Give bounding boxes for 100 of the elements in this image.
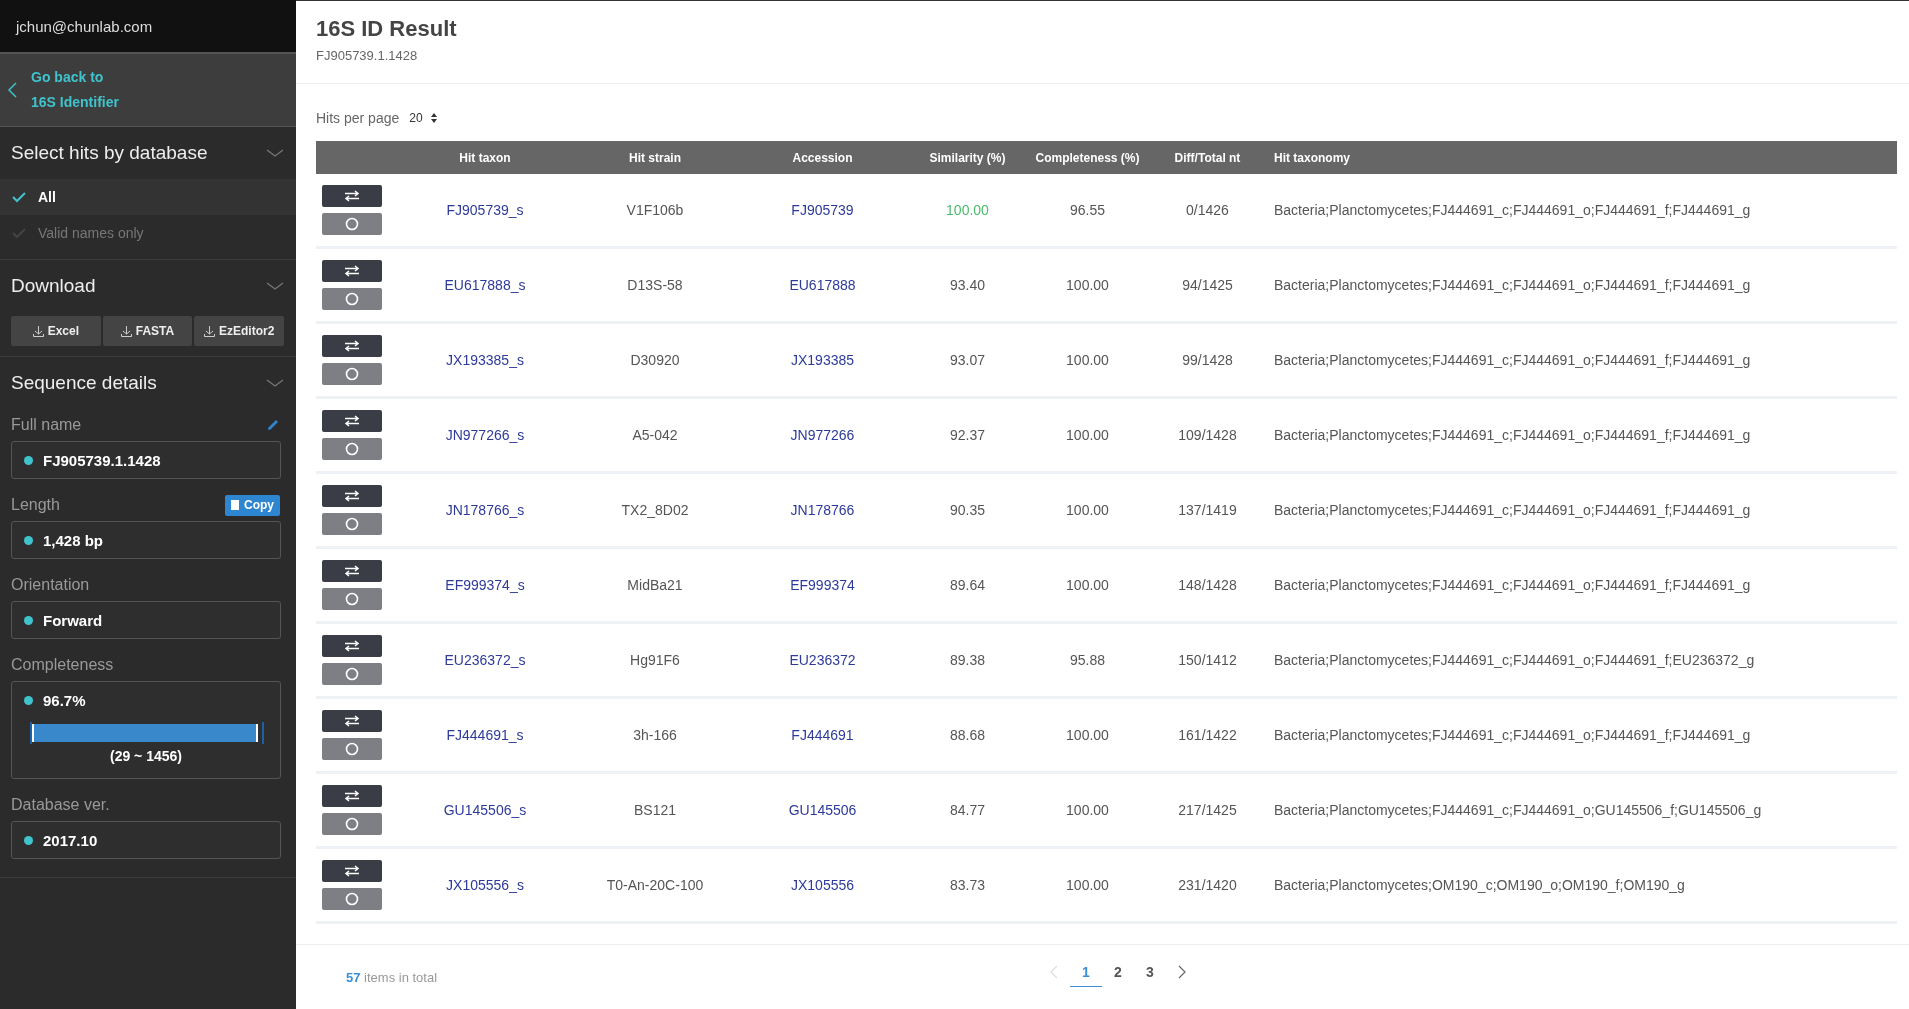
page-subtitle: FJ905739.1.1428: [316, 48, 418, 63]
field-label: Full name: [11, 416, 82, 434]
accession-link[interactable]: JN178766: [790, 502, 855, 518]
user-email: jchun@chunlab.com: [0, 0, 296, 54]
chevron-down-icon[interactable]: [266, 379, 284, 387]
taxon-link[interactable]: EU617888_s: [444, 277, 526, 293]
accession-link[interactable]: EU236372: [789, 652, 856, 668]
download-icon: [32, 325, 44, 337]
table-cell-text: 99/1428: [1181, 352, 1234, 368]
swap-arrows-icon: [344, 415, 360, 427]
download-button[interactable]: FASTA: [102, 316, 193, 346]
circle-icon: [345, 592, 359, 606]
table-cell-text: 83.73: [948, 877, 986, 893]
hits-per-page-select[interactable]: 20: [409, 110, 437, 125]
taxon-link[interactable]: JN178766_s: [445, 502, 525, 518]
swap-button[interactable]: [322, 410, 382, 432]
section-title: Sequence details: [11, 372, 157, 394]
swap-arrows-icon: [344, 490, 360, 502]
swap-button[interactable]: [322, 710, 382, 732]
accession-link[interactable]: JX105556: [790, 877, 855, 893]
taxon-link[interactable]: JX193385_s: [446, 352, 524, 368]
table-cell-text: 161/1422: [1177, 727, 1238, 743]
accession-link[interactable]: FJ905739: [791, 202, 854, 218]
download-icon: [120, 325, 132, 337]
circle-button[interactable]: [322, 363, 382, 385]
taxon-link[interactable]: EU236372_s: [444, 652, 526, 668]
swap-arrows-icon: [344, 790, 360, 802]
swap-button[interactable]: [322, 485, 382, 507]
circle-button[interactable]: [322, 663, 382, 685]
swap-button[interactable]: [322, 185, 382, 207]
swap-arrows-icon: [344, 865, 360, 877]
accession-link[interactable]: GU145506: [788, 802, 857, 818]
table-cell-text: 93.40: [948, 277, 986, 293]
download-icon: [204, 325, 215, 337]
back-chevron-icon: [8, 82, 17, 98]
table-cell-text: Bacteria;Planctomycetes;FJ444691_c;FJ444691_o;FJ444691_f;FJ444691_g: [1273, 427, 1752, 443]
table-cell-text: Bacteria;Planctomycetes;FJ444691_c;FJ444691_o;FJ444691_f;FJ444691_g: [1273, 502, 1752, 518]
table-cell-text: 84.77: [948, 802, 986, 818]
column-header: Similarity (%): [928, 150, 1007, 165]
table-cell-text: D30920: [629, 352, 681, 368]
section-title: Download: [11, 275, 96, 297]
circle-button[interactable]: [322, 888, 382, 910]
accession-link[interactable]: EF999374: [790, 577, 855, 593]
taxon-link[interactable]: FJ444691_s: [446, 727, 524, 743]
total-count-text: 57 items in total: [346, 969, 438, 985]
back-link[interactable]: Go back to 16S Identifier: [0, 54, 296, 127]
table-cell-text: Bacteria;Planctomycetes;FJ444691_c;FJ444691_o;FJ444691_f;FJ444691_g: [1273, 202, 1752, 218]
page-button[interactable]: 2: [1102, 957, 1134, 987]
table-cell-text: Bacteria;Planctomycetes;FJ444691_c;FJ444691_o;FJ444691_f;FJ444691_g: [1273, 727, 1752, 743]
chevron-down-icon[interactable]: [266, 282, 284, 290]
page-button[interactable]: 3: [1134, 957, 1166, 987]
swap-button[interactable]: [322, 260, 382, 282]
table-cell-text: 148/1428: [1177, 577, 1238, 593]
taxon-link[interactable]: GU145506_s: [443, 802, 527, 818]
taxon-link[interactable]: FJ905739_s: [446, 202, 524, 218]
circle-button[interactable]: [322, 438, 382, 460]
filter-option[interactable]: All: [0, 179, 296, 215]
chevron-down-icon[interactable]: [266, 149, 284, 157]
swap-button[interactable]: [322, 785, 382, 807]
swap-button[interactable]: [322, 335, 382, 357]
field-label: Completeness: [11, 656, 114, 674]
table-cell-text: 89.38: [948, 652, 986, 668]
circle-button[interactable]: [322, 288, 382, 310]
table-cell-text: 89.64: [948, 577, 986, 593]
range-text: (29 ~ 1456): [109, 748, 183, 764]
field-value: FJ905739.1.1428: [43, 451, 161, 469]
table-cell-text: 100.00: [1065, 727, 1110, 743]
column-header: Completeness (%): [1034, 150, 1141, 165]
swap-arrows-icon: [344, 265, 360, 277]
swap-button[interactable]: [322, 560, 382, 582]
circle-icon: [345, 292, 359, 306]
table-cell-text: Hg91F6: [629, 652, 681, 668]
taxon-link[interactable]: JX105556_s: [446, 877, 524, 893]
field-label: Length: [11, 496, 60, 514]
table-cell-text: 137/1419: [1177, 502, 1238, 518]
table-cell-text: 0/1426: [1185, 202, 1230, 218]
table-cell-text: 100.00: [1065, 427, 1110, 443]
circle-icon: [345, 817, 359, 831]
download-button[interactable]: EzEditor2: [194, 316, 284, 346]
circle-button[interactable]: [322, 213, 382, 235]
swap-button[interactable]: [322, 635, 382, 657]
circle-button[interactable]: [322, 588, 382, 610]
taxon-link[interactable]: JN977266_s: [445, 427, 525, 443]
swap-arrows-icon: [344, 190, 360, 202]
table-cell-text: 3h-166: [632, 727, 678, 743]
accession-link[interactable]: JX193385: [790, 352, 855, 368]
pencil-icon[interactable]: [266, 418, 280, 432]
taxon-link[interactable]: EF999374_s: [445, 577, 525, 593]
download-button[interactable]: Excel: [11, 316, 101, 346]
circle-button[interactable]: [322, 513, 382, 535]
table-cell-text: V1F106b: [625, 202, 685, 218]
circle-button[interactable]: [322, 738, 382, 760]
accession-link[interactable]: FJ444691: [791, 727, 854, 743]
dot-icon: [24, 535, 33, 545]
accession-link[interactable]: EU617888: [789, 277, 856, 293]
copy-button[interactable]: Copy: [225, 494, 280, 516]
circle-button[interactable]: [322, 813, 382, 835]
table-cell-text: TX2_8D02: [620, 502, 690, 518]
accession-link[interactable]: JN977266: [790, 427, 855, 443]
swap-button[interactable]: [322, 860, 382, 882]
